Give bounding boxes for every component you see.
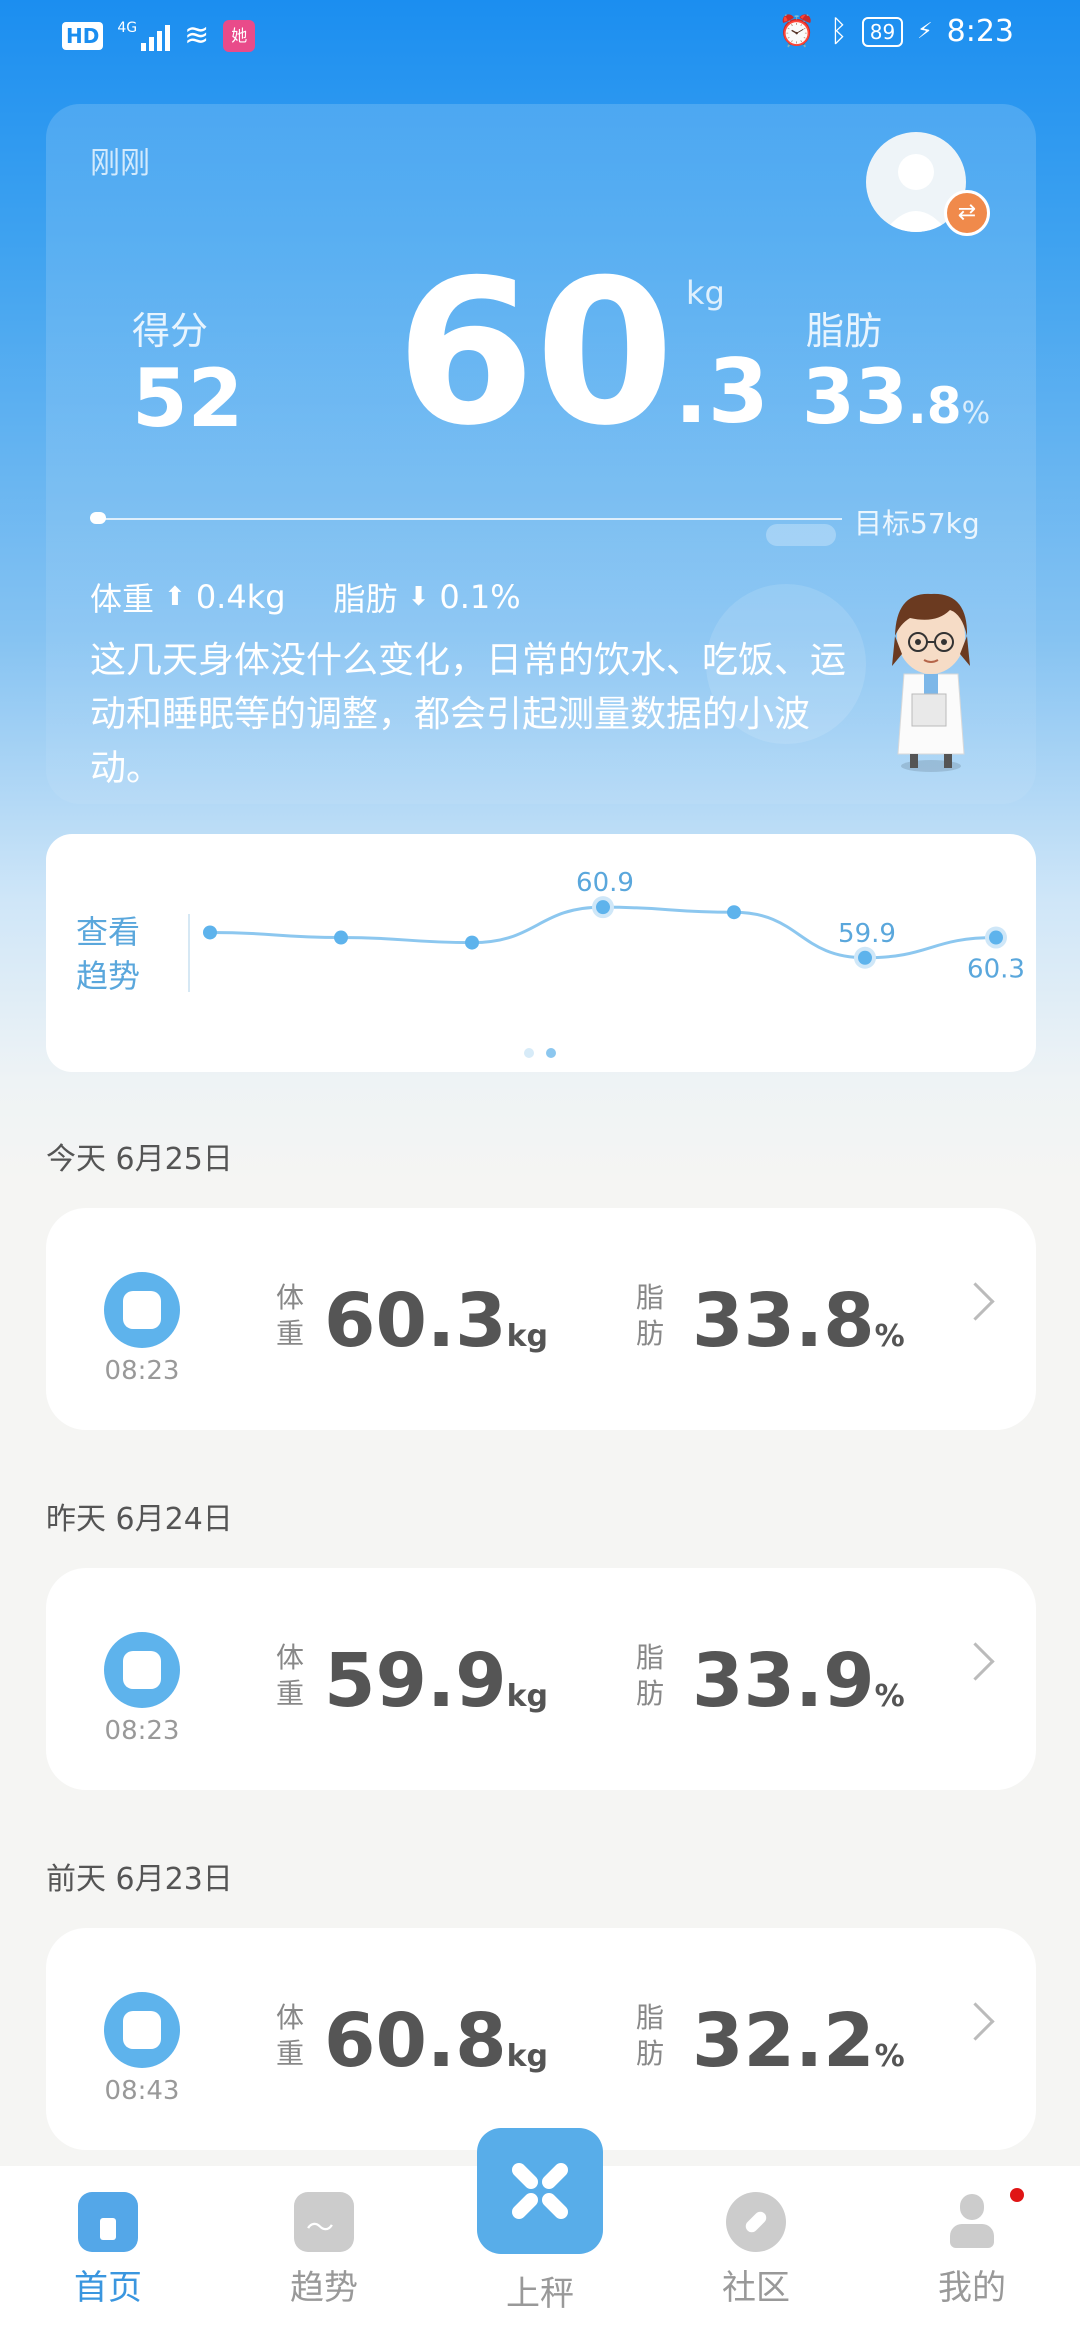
weigh-button-icon[interactable] <box>477 2128 603 2254</box>
nav-community[interactable]: 社区 <box>696 2192 816 2309</box>
record-card-day-before[interactable]: 08:43 体 重 60.8kg 脂 肪 32.2% <box>46 1928 1036 2150</box>
page-dot <box>524 1048 534 1058</box>
scale-icon <box>104 1632 180 1708</box>
weight-label: 体 重 <box>276 2001 305 2070</box>
signal-icon <box>141 21 171 51</box>
summary-card[interactable]: 刚刚 ⇄ 得分 52 60.3 kg 脂肪 33.8% 目标57kg 体重 ⬆ … <box>46 104 1036 804</box>
change-summary: 体重 ⬆ 0.4kg 脂肪 ⬇ 0.1% <box>90 574 521 620</box>
target-progress-marker <box>90 512 106 524</box>
target-weight: 目标57kg <box>854 507 980 540</box>
trend-point <box>989 930 1003 945</box>
trend-point <box>203 925 217 940</box>
record-time: 08:23 <box>104 1716 180 1746</box>
fat-change-value: 0.1% <box>439 578 521 616</box>
fat-decimal: .8 <box>907 377 962 435</box>
weight-change-label: 体重 <box>90 580 155 618</box>
notification-dot <box>1010 2188 1024 2202</box>
record-card-yesterday[interactable]: 08:23 体 重 59.9kg 脂 肪 33.9% <box>46 1568 1036 1790</box>
trend-page-indicator <box>524 1048 556 1058</box>
fat-change-label: 脂肪 <box>333 580 398 618</box>
day-header-yesterday: 昨天 6月24日 <box>46 1502 233 1537</box>
weight-integer: 60 <box>396 237 675 470</box>
bluetooth-icon: ᛒ <box>829 14 848 49</box>
trend-point <box>596 900 610 915</box>
nav-trend-label: 趋势 <box>290 2268 358 2308</box>
screen: HD 4G ≋ 她 ⏰ ᛒ 89 ⚡ 8:23 刚刚 ⇄ 得分 52 60.3 … <box>0 0 1080 2340</box>
fat-label: 脂 肪 <box>636 1281 665 1350</box>
measure-time: 刚刚 <box>90 146 150 181</box>
nav-weigh-label[interactable]: 上秤 <box>480 2266 600 2315</box>
record-time: 08:23 <box>104 1356 180 1386</box>
wifi-icon: ≋ <box>184 18 210 53</box>
trend-point-label: 60.3 <box>967 955 1025 985</box>
trend-point <box>858 950 872 965</box>
weight-decimal: .3 <box>674 340 769 443</box>
fat-integer: 33 <box>802 352 908 441</box>
trend-point-label: 59.9 <box>838 919 896 949</box>
trend-point-label: 60.9 <box>576 868 634 898</box>
record-fat: 33.9% <box>692 1638 905 1724</box>
record-weight: 59.9kg <box>324 1638 549 1724</box>
status-right: ⏰ ᛒ 89 ⚡ 8:23 <box>778 14 1014 49</box>
nav-community-label: 社区 <box>722 2268 790 2308</box>
trend-sparkline: 60.9 59.9 60.3 <box>203 868 1025 985</box>
day-header-today: 今天 6月25日 <box>46 1142 233 1177</box>
chevron-right-icon <box>956 1642 995 1681</box>
bottom-nav: 首页 〜 趋势 上秤 社区 我的 <box>0 2128 1080 2340</box>
fat-unit: % <box>961 396 991 431</box>
profile-icon <box>942 2192 1002 2252</box>
alarm-icon: ⏰ <box>778 14 816 49</box>
weight-label: 体 重 <box>276 1281 305 1350</box>
target-progress-line <box>94 518 842 520</box>
record-weight: 60.8kg <box>324 1998 549 2084</box>
record-time: 08:43 <box>104 2076 180 2106</box>
nav-mine-label: 我的 <box>938 2268 1006 2308</box>
trend-point <box>465 935 479 950</box>
scale-icon <box>104 1992 180 2068</box>
score-value: 52 <box>132 352 244 445</box>
scale-icon <box>104 1272 180 1348</box>
fat-label: 脂 肪 <box>636 2001 665 2070</box>
trend-card[interactable]: 查看 趋势 60.9 59.9 60.3 <box>46 834 1036 1072</box>
arrow-up-icon: ⬆ <box>164 582 186 612</box>
score-label: 得分 <box>132 309 209 353</box>
weight-display: 60.3 kg <box>396 254 769 454</box>
status-left: HD 4G ≋ 她 <box>62 18 256 53</box>
page-dot-active <box>546 1048 556 1058</box>
trend-point <box>727 905 741 920</box>
record-card-today[interactable]: 08:23 体 重 60.3kg 脂 肪 33.8% <box>46 1208 1036 1430</box>
nav-home[interactable]: 首页 <box>48 2192 168 2309</box>
status-time: 8:23 <box>946 14 1014 49</box>
record-fat: 32.2% <box>692 1998 905 2084</box>
home-icon <box>78 2192 138 2252</box>
trend-icon: 〜 <box>294 2192 354 2252</box>
nav-mine[interactable]: 我的 <box>912 2192 1032 2309</box>
record-weight: 60.3kg <box>324 1278 549 1364</box>
charging-icon: ⚡ <box>917 19 933 44</box>
doctor-character-icon[interactable] <box>866 574 996 774</box>
hd-icon: HD <box>62 21 104 50</box>
day-header-day-before: 前天 6月23日 <box>46 1862 233 1897</box>
cloud-decoration <box>766 524 836 546</box>
advice-text: 这几天身体没什么变化，日常的饮水、吃饭、运动和睡眠等的调整，都会引起测量数据的小… <box>90 640 847 789</box>
fat-label: 脂 肪 <box>636 1641 665 1710</box>
fat-label: 脂肪 <box>806 309 883 353</box>
fat-display: 33.8% <box>802 352 990 441</box>
weight-unit: kg <box>686 274 725 312</box>
network-label: 4G <box>117 19 138 36</box>
nav-trend[interactable]: 〜 趋势 <box>264 2192 384 2309</box>
weight-label: 体 重 <box>276 1641 305 1710</box>
app-badge-icon: 她 <box>223 19 256 52</box>
chevron-right-icon <box>956 1282 995 1321</box>
nav-home-label: 首页 <box>74 2268 142 2308</box>
status-bar: HD 4G ≋ 她 ⏰ ᛒ 89 ⚡ 8:23 <box>0 0 1080 80</box>
trend-point <box>334 930 348 945</box>
arrow-down-icon: ⬇ <box>407 582 430 612</box>
chevron-right-icon <box>956 2002 995 2041</box>
battery-icon: 89 <box>861 16 904 47</box>
weight-change-value: 0.4kg <box>195 578 286 616</box>
record-fat: 33.8% <box>692 1278 905 1364</box>
compass-icon <box>726 2192 786 2252</box>
switch-user-icon[interactable]: ⇄ <box>944 190 990 236</box>
